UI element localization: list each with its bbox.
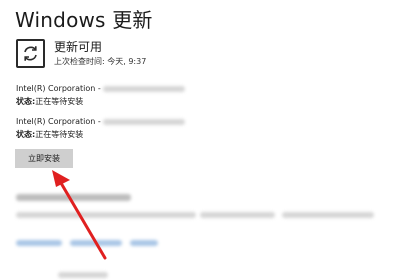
red-arrow-icon <box>52 170 107 260</box>
